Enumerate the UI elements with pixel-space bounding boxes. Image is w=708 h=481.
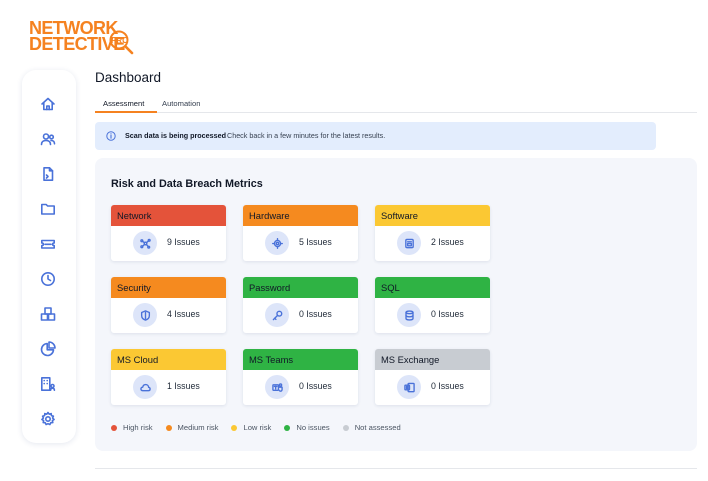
metric-card-ms-cloud[interactable]: MS Cloud 1 Issues — [111, 349, 226, 405]
metric-card-count: 0 Issues — [299, 381, 332, 391]
logo-badge: PRO — [111, 36, 129, 45]
metric-card-header: SQL — [375, 277, 490, 298]
metric-card-count: 0 Issues — [299, 309, 332, 319]
sidebar-item-tickets[interactable] — [38, 234, 58, 254]
metric-card-count: 1 Issues — [167, 381, 200, 391]
legend-label: High risk — [123, 423, 153, 432]
active-tab-indicator — [95, 111, 157, 113]
legend-dot — [165, 424, 172, 431]
key-icon — [272, 310, 282, 320]
sidebar-item-settings[interactable] — [38, 409, 58, 429]
tab-bar: Assessment Automation — [95, 96, 697, 113]
shield-icon — [140, 309, 150, 321]
metric-card-header: MS Teams — [243, 349, 358, 370]
legend-item-not-assessed: Not assessed — [342, 423, 401, 432]
metric-card-software[interactable]: Software 2 Issues — [375, 205, 490, 261]
metric-card-header: MS Cloud — [111, 349, 226, 370]
pie-chart-icon — [40, 341, 56, 357]
document-icon — [43, 167, 54, 181]
metric-card-count: 0 Issues — [431, 381, 464, 391]
metric-card-security[interactable]: Security 4 Issues — [111, 277, 226, 333]
legend-item-no-issues: No issues — [284, 423, 330, 432]
metric-card-count: 2 Issues — [431, 237, 464, 247]
metrics-title: Risk and Data Breach Metrics — [111, 178, 263, 190]
metric-card-header: Hardware — [243, 205, 358, 226]
metric-card-count: 5 Issues — [299, 237, 332, 247]
cloud-icon — [139, 383, 151, 391]
clock-icon — [41, 272, 55, 286]
sidebar-item-users[interactable] — [38, 129, 58, 149]
metric-card-header: Password — [243, 277, 358, 298]
metric-card-header: MS Exchange — [375, 349, 490, 370]
info-icon — [106, 131, 116, 141]
metric-card-ms-teams[interactable]: MS Teams 0 Issues — [243, 349, 358, 405]
tab-automation[interactable]: Automation — [162, 99, 200, 108]
logo: NETWORK DETECTIVE PRO — [29, 19, 139, 59]
metric-card-ms-exchange[interactable]: MS Exchange 0 Issues — [375, 349, 490, 405]
legend-item-low-risk: Low risk — [231, 423, 271, 432]
banner-title: Scan data is being processed — [125, 131, 227, 140]
metric-card-header: Security — [111, 277, 226, 298]
banner-message: Check back in a few minutes for the late… — [227, 131, 386, 140]
folder-icon — [41, 203, 55, 215]
metric-card-header: Software — [375, 205, 490, 226]
page-title: Dashboard — [95, 70, 162, 85]
sidebar-item-folders[interactable] — [38, 199, 58, 219]
teams-icon — [271, 382, 283, 392]
legend-dot — [342, 424, 349, 431]
sidebar — [22, 70, 76, 443]
metric-card-header: Network — [111, 205, 226, 226]
bottom-divider — [95, 468, 697, 469]
legend-dot — [111, 424, 117, 431]
legend-label: Not assessed — [354, 423, 401, 432]
sidebar-item-organizations[interactable] — [38, 374, 58, 394]
processing-banner: Scan data is being processed Check back … — [95, 122, 656, 150]
legend-label: No issues — [296, 423, 330, 432]
metrics-panel: Risk and Data Breach Metrics Network 9 I… — [95, 158, 697, 451]
metric-card-network[interactable]: Network 9 Issues — [111, 205, 226, 261]
ticket-icon — [41, 239, 55, 249]
sidebar-item-assets[interactable] — [38, 304, 58, 324]
boxes-icon — [40, 307, 56, 321]
sidebar-item-documents[interactable] — [38, 164, 58, 184]
legend-item-medium-risk: Medium risk — [165, 423, 219, 432]
home-icon — [41, 97, 55, 111]
app-icon — [404, 238, 414, 248]
building-icon — [40, 376, 56, 391]
exchange-icon — [403, 382, 415, 392]
settings-icon — [41, 411, 55, 426]
risk-legend: High risk Medium risk Low risk No issues… — [111, 423, 414, 432]
sidebar-item-home[interactable] — [38, 94, 58, 114]
legend-label: Low risk — [243, 423, 272, 432]
legend-label: Medium risk — [177, 423, 219, 432]
database-icon — [404, 309, 414, 321]
legend-dot — [231, 424, 238, 431]
metric-card-password[interactable]: Password 0 Issues — [243, 277, 358, 333]
sidebar-item-history[interactable] — [38, 269, 58, 289]
legend-item-high-risk: High risk — [111, 423, 153, 432]
metric-card-count: 0 Issues — [431, 309, 464, 319]
metric-card-sql[interactable]: SQL 0 Issues — [375, 277, 490, 333]
metric-card-count: 9 Issues — [167, 237, 200, 247]
network-icon — [139, 238, 151, 249]
tab-assessment[interactable]: Assessment — [103, 99, 144, 108]
users-icon — [40, 133, 56, 146]
legend-dot — [284, 424, 291, 431]
metric-card-hardware[interactable]: Hardware 5 Issues — [243, 205, 358, 261]
sidebar-item-reports[interactable] — [38, 339, 58, 359]
cpu-icon — [271, 237, 283, 249]
metric-card-count: 4 Issues — [167, 309, 200, 319]
